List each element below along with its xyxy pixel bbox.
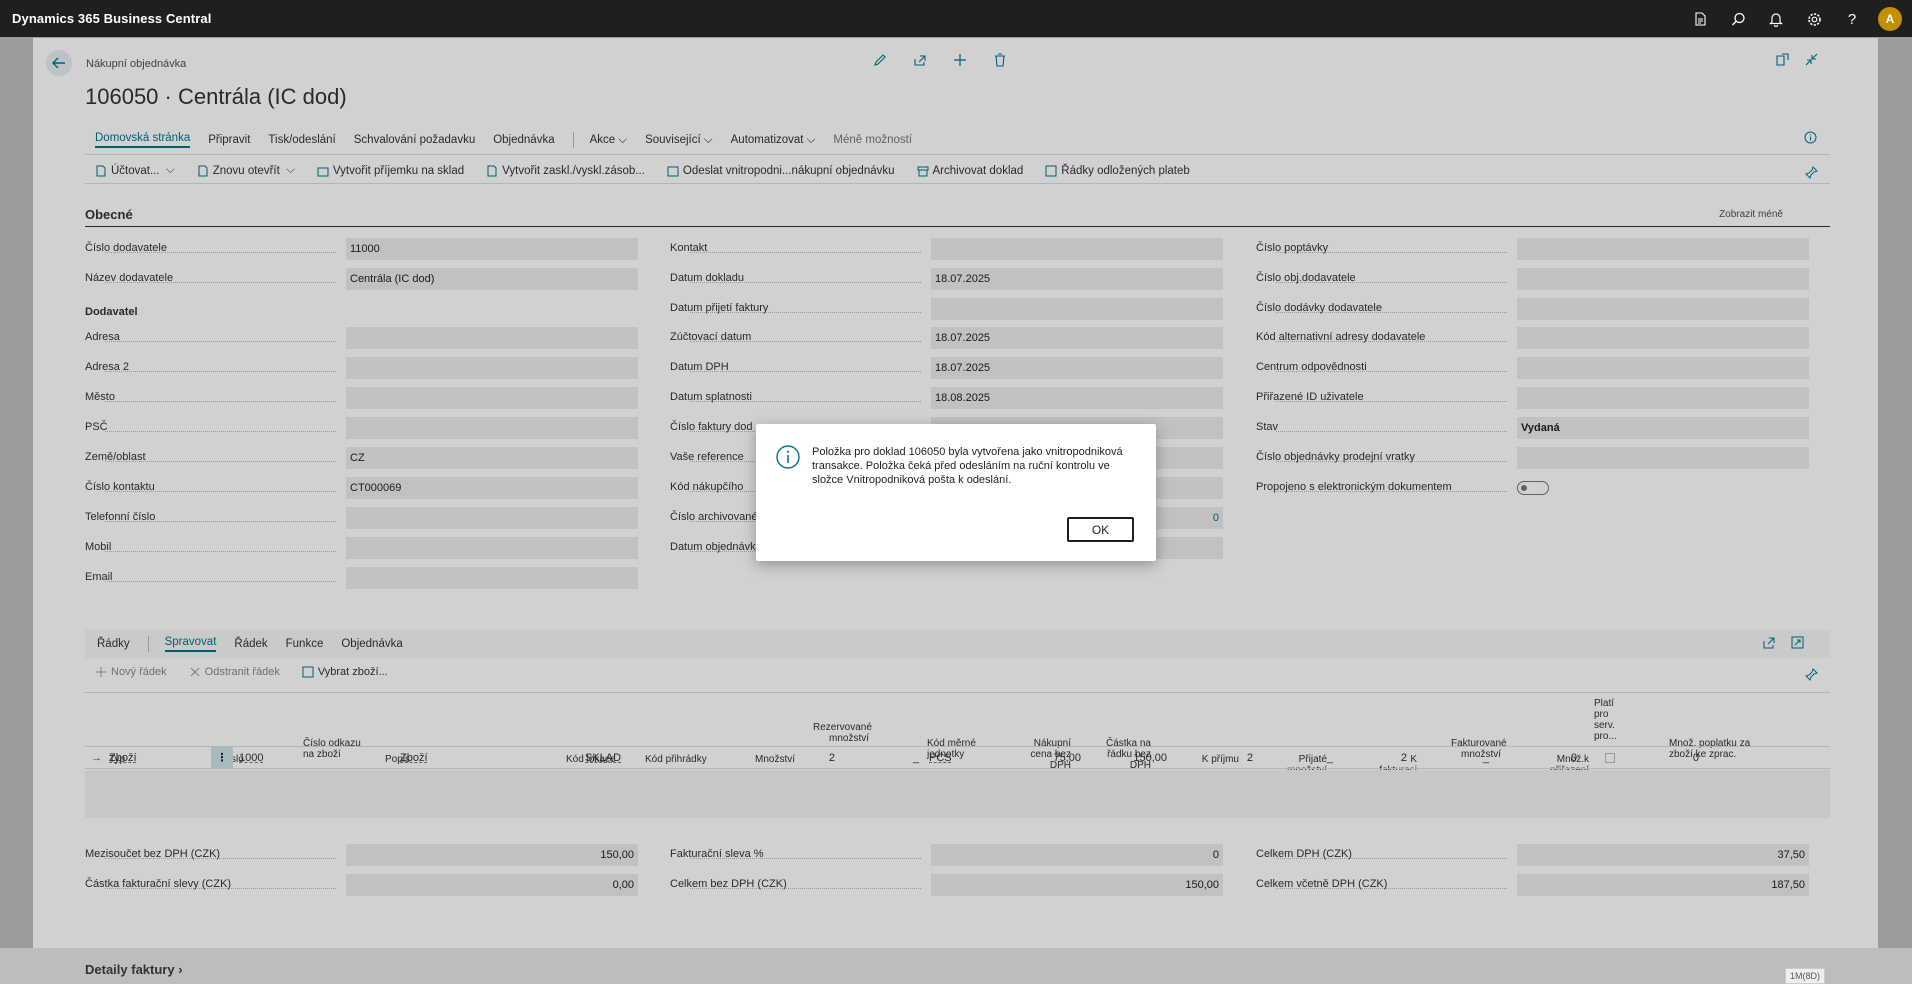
invoice-details-header[interactable]: Detaily faktury ›	[85, 962, 183, 977]
avatar[interactable]: A	[1878, 7, 1902, 31]
document-icon[interactable]	[1688, 7, 1712, 31]
gear-icon[interactable]	[1802, 7, 1826, 31]
app-title: Dynamics 365 Business Central	[12, 11, 212, 26]
help-icon[interactable]: ?	[1840, 7, 1864, 31]
message-dialog: Položka pro doklad 106050 byla vytvořena…	[756, 424, 1156, 561]
search-icon[interactable]	[1726, 7, 1750, 31]
info-icon	[776, 445, 800, 469]
dialog-message: Položka pro doklad 106050 byla vytvořena…	[812, 446, 1123, 486]
top-bar: Dynamics 365 Business Central ? A	[0, 0, 1912, 37]
bell-icon[interactable]	[1764, 7, 1788, 31]
ok-button[interactable]: OK	[1067, 517, 1134, 542]
status-badge: 1M(8D)	[1784, 968, 1825, 984]
